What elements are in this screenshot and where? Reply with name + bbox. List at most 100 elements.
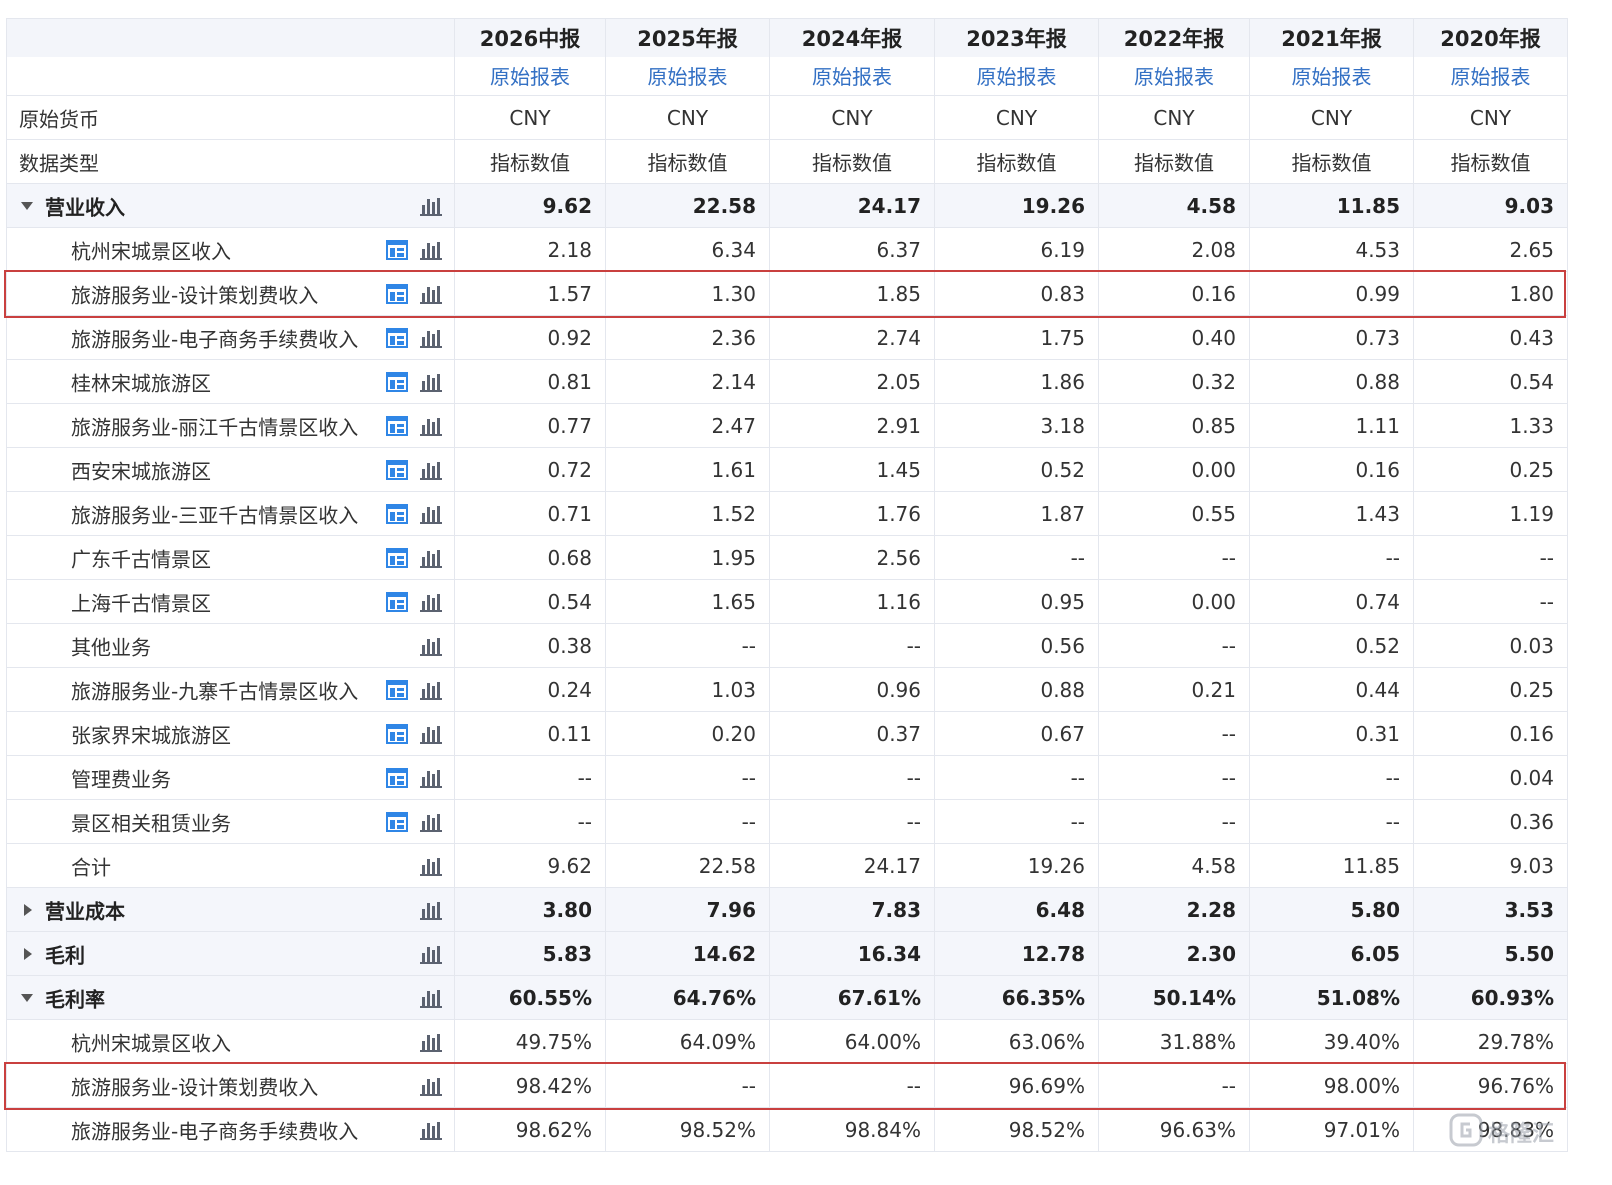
row-label-cell: 旅游服务业-设计策划费收入: [6, 271, 455, 316]
row-label: 合计: [71, 855, 111, 879]
value-cell: 2.18: [454, 227, 606, 272]
value-cell: 1.43: [1249, 491, 1414, 536]
table-chart-icon[interactable]: [386, 767, 408, 788]
value-cell: --: [769, 799, 935, 844]
bar-chart-icon[interactable]: [420, 680, 442, 700]
table-chart-icon[interactable]: [386, 459, 408, 480]
bar-chart-icon[interactable]: [420, 240, 442, 260]
value-cell: --: [605, 1063, 770, 1108]
bar-chart-icon[interactable]: [420, 900, 442, 920]
bar-chart-icon[interactable]: [420, 724, 442, 744]
value-cell: --: [769, 623, 935, 668]
table-chart-icon[interactable]: [386, 371, 408, 392]
value-cell: 3.18: [934, 403, 1099, 448]
bar-chart-icon[interactable]: [420, 196, 442, 216]
value-cell: 0.40: [1098, 315, 1250, 360]
bar-chart-icon[interactable]: [420, 416, 442, 436]
table-chart-icon[interactable]: [386, 591, 408, 612]
value-cell: --: [1098, 535, 1250, 580]
bar-chart-icon[interactable]: [420, 944, 442, 964]
bar-chart-icon[interactable]: [420, 856, 442, 876]
original-report-link[interactable]: 原始报表: [454, 56, 606, 96]
bar-chart-icon[interactable]: [420, 1032, 442, 1052]
bar-chart-icon[interactable]: [420, 812, 442, 832]
bar-chart-icon[interactable]: [420, 372, 442, 392]
bar-chart-icon[interactable]: [420, 1120, 442, 1140]
table-chart-icon[interactable]: [386, 239, 408, 260]
row-label-cell: 桂林宋城旅游区: [6, 359, 455, 404]
value-cell: 0.85: [1098, 403, 1250, 448]
table-chart-icon[interactable]: [386, 811, 408, 832]
value-cell: 0.16: [1249, 447, 1414, 492]
row-label-cell: 毛利率: [6, 975, 455, 1020]
row-label: 旅游服务业-设计策划费收入: [71, 283, 319, 307]
table-chart-icon[interactable]: [386, 327, 408, 348]
expand-caret-icon[interactable]: [24, 903, 32, 916]
column-year: 2025年报: [605, 18, 770, 57]
bar-chart-icon[interactable]: [420, 1076, 442, 1096]
value-cell: 2.91: [769, 403, 935, 448]
row-label-cell: 合计: [6, 843, 455, 888]
bar-chart-icon[interactable]: [420, 592, 442, 612]
original-report-link[interactable]: 原始报表: [1413, 56, 1568, 96]
table-chart-icon[interactable]: [386, 415, 408, 436]
column-year: 2020年报: [1413, 18, 1568, 57]
table-chart-icon[interactable]: [386, 547, 408, 568]
bar-chart-icon[interactable]: [420, 548, 442, 568]
value-cell: --: [769, 755, 935, 800]
header-corner: [6, 18, 455, 57]
row-label-cell: 营业成本: [6, 887, 455, 932]
data-row: 旅游服务业-电子商务手续费收入 98.62% 98.52% 98.84% 98.52% 9…: [6, 1107, 1568, 1152]
table-chart-icon[interactable]: [386, 679, 408, 700]
original-report-link[interactable]: 原始报表: [769, 56, 935, 96]
row-label-cell: 数据类型: [6, 139, 455, 184]
row-label: 杭州宋城景区收入: [71, 1031, 231, 1055]
value-cell: 2.30: [1098, 931, 1250, 976]
value-cell: 1.16: [769, 579, 935, 624]
row-label: 原始货币: [19, 107, 99, 131]
original-report-link[interactable]: 原始报表: [1249, 56, 1414, 96]
value-cell: 22.58: [605, 843, 770, 888]
row-label: 旅游服务业-设计策划费收入: [71, 1075, 319, 1099]
group-row: 毛利 5.83 14.62 16.34 12.78 2.30 6.05 5.50: [6, 931, 1568, 976]
expand-caret-icon[interactable]: [24, 947, 32, 960]
row-label-cell: 其他业务: [6, 623, 455, 668]
original-report-link[interactable]: 原始报表: [605, 56, 770, 96]
table-chart-icon[interactable]: [386, 503, 408, 524]
value-cell: 0.16: [1098, 271, 1250, 316]
value-cell: 4.58: [1098, 183, 1250, 228]
value-cell: --: [1098, 799, 1250, 844]
original-report-link[interactable]: 原始报表: [934, 56, 1099, 96]
value-cell: 1.80: [1413, 271, 1568, 316]
value-cell: 0.54: [1413, 359, 1568, 404]
row-label: 毛利率: [45, 987, 105, 1011]
bar-chart-icon[interactable]: [420, 504, 442, 524]
bar-chart-icon[interactable]: [420, 328, 442, 348]
row-label-cell: 景区相关租赁业务: [6, 799, 455, 844]
bar-chart-icon[interactable]: [420, 768, 442, 788]
collapse-caret-icon[interactable]: [21, 201, 33, 210]
table-chart-icon[interactable]: [386, 283, 408, 304]
value-cell: 7.83: [769, 887, 935, 932]
column-year: 2024年报: [769, 18, 935, 57]
value-cell: 96.63%: [1098, 1107, 1250, 1152]
meta-value: CNY: [1249, 95, 1414, 140]
bar-chart-icon[interactable]: [420, 988, 442, 1008]
value-cell: 0.74: [1249, 579, 1414, 624]
row-label-cell: 旅游服务业-设计策划费收入: [6, 1063, 455, 1108]
table-chart-icon[interactable]: [386, 723, 408, 744]
bar-chart-icon[interactable]: [420, 284, 442, 304]
original-report-link[interactable]: 原始报表: [1098, 56, 1250, 96]
value-cell: 0.67: [934, 711, 1099, 756]
value-cell: 6.37: [769, 227, 935, 272]
row-label: 营业成本: [45, 899, 125, 923]
bar-chart-icon[interactable]: [420, 460, 442, 480]
value-cell: 24.17: [769, 183, 935, 228]
meta-value: CNY: [1098, 95, 1250, 140]
value-cell: 31.88%: [1098, 1019, 1250, 1064]
data-row: 杭州宋城景区收入 49.75% 64.09% 64.00% 63.06% 31.88% 39…: [6, 1019, 1568, 1064]
collapse-caret-icon[interactable]: [21, 993, 33, 1002]
bar-chart-icon[interactable]: [420, 636, 442, 656]
value-cell: 0.25: [1413, 667, 1568, 712]
row-label: 西安宋城旅游区: [71, 459, 211, 483]
